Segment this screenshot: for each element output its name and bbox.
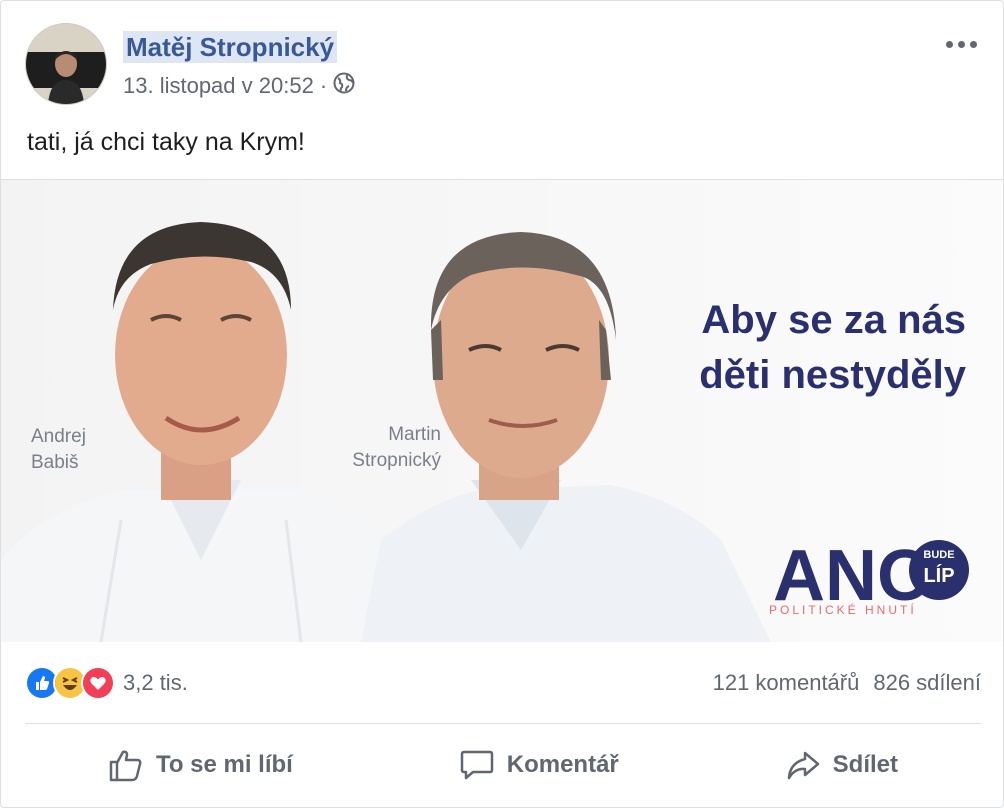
love-reaction-icon[interactable] <box>81 666 115 700</box>
logo-sub: POLITICKÉ HNUTÍ <box>769 602 917 617</box>
post-image[interactable]: Andrej Babiš Martin Stropnický Aby se za… <box>1 180 1003 642</box>
comment-icon <box>459 747 495 783</box>
share-button[interactable]: Sdílet <box>769 737 914 793</box>
reactions[interactable]: 3,2 tis. <box>25 666 188 700</box>
person1-first-name: Andrej <box>31 426 86 447</box>
post-timestamp[interactable]: 13. listopad v 20:52 <box>123 73 314 99</box>
comment-button[interactable]: Komentář <box>443 737 635 793</box>
like-button-label: To se mi líbí <box>155 751 293 778</box>
person1-last-name: Babiš <box>31 452 79 473</box>
person2-last-name: Stropnický <box>352 450 441 471</box>
post-text: tati, já chci taky na Krym! <box>27 128 305 156</box>
person2-first-name: Martin <box>388 424 441 445</box>
like-button[interactable]: To se mi líbí <box>92 737 309 793</box>
post-header: Matěj Stropnický 13. listopad v 20:52 · <box>25 23 981 107</box>
share-icon <box>785 747 821 783</box>
post-stats: 3,2 tis. 121 komentářů 826 sdílení <box>25 663 981 703</box>
slogan-line-2: děti nestyděly <box>699 353 967 397</box>
thumbs-up-icon <box>108 747 144 783</box>
shares-count[interactable]: 826 sdílení <box>873 670 981 696</box>
divider <box>25 723 981 724</box>
share-button-label: Sdílet <box>832 751 899 778</box>
meta-separator: · <box>319 73 328 98</box>
logo-badge-top: BUDE <box>923 549 954 561</box>
author-name[interactable]: Matěj Stropnický <box>123 31 338 63</box>
comments-count[interactable]: 121 komentářů <box>713 670 860 696</box>
reactions-count[interactable]: 3,2 tis. <box>123 670 188 696</box>
comment-button-label: Komentář <box>506 751 619 778</box>
globe-icon[interactable] <box>333 72 355 100</box>
action-bar: To se mi líbí Komentář Sdílet <box>25 729 981 801</box>
slogan-line-1: Aby se za nás <box>701 298 966 342</box>
post-meta: 13. listopad v 20:52 · <box>123 72 355 100</box>
more-options-icon[interactable] <box>941 29 981 59</box>
logo-badge-bottom: LÍP <box>923 564 954 587</box>
avatar[interactable] <box>25 23 107 105</box>
post-card: Matěj Stropnický 13. listopad v 20:52 · … <box>0 0 1004 808</box>
